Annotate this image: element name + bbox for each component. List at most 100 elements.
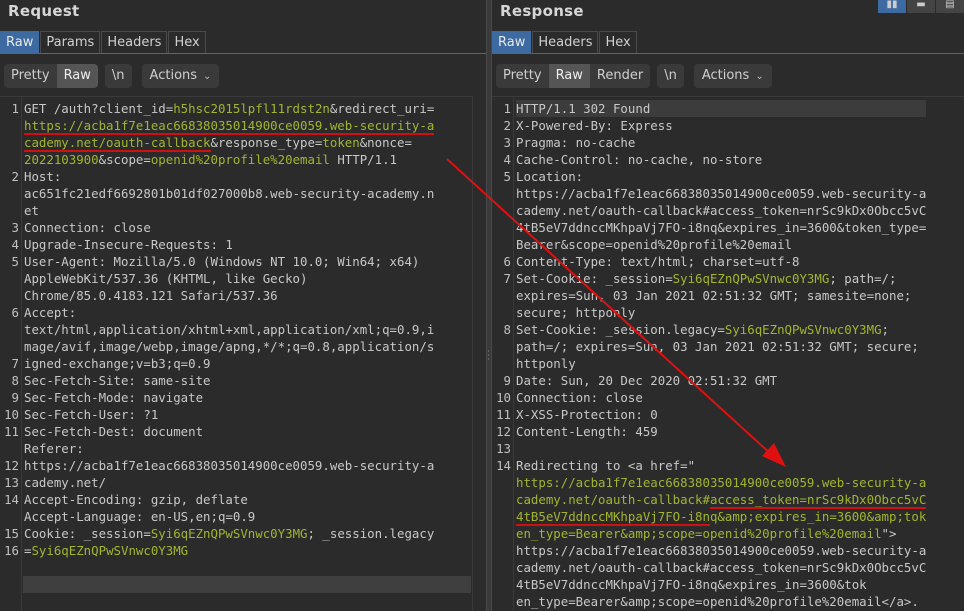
request-title: Request (8, 2, 80, 20)
line-number (4, 185, 19, 202)
code-line: mage/avif,image/webp,image/apng,*/*;q=0.… (24, 339, 435, 354)
line-number: 9 (11, 390, 19, 405)
code-line: Accept: (24, 305, 77, 320)
actions-dropdown[interactable]: Actions ⌄ (693, 63, 772, 88)
line-number (496, 304, 511, 321)
tab-params[interactable]: Params (40, 31, 101, 53)
tab-hex[interactable]: Hex (168, 31, 206, 53)
layout-split-icon[interactable]: ▮▮ (877, 0, 906, 13)
line-number (496, 508, 511, 525)
grip-dots-icon[interactable]: · · · (487, 348, 490, 365)
request-pane: Request Raw Params Headers Hex Pretty Ra… (0, 0, 486, 611)
code-line: Set-Cookie: _session=Syi6qEZnQPwSVnwc0Y3… (516, 271, 897, 286)
line-numbers: 1 2 3 4 5 6 7 8 9 10 11 12 13 14 (496, 100, 511, 576)
tab-headers[interactable]: Headers (101, 31, 168, 53)
line-gutter: 1 2 3 4 5 6 7 8 9 10 11 12 13 14 (492, 97, 514, 611)
tab-underline (492, 53, 964, 54)
actions-label: Actions (149, 67, 198, 83)
code-line: User-Agent: Mozilla/5.0 (Windows NT 10.0… (24, 254, 420, 269)
line-number: 13 (4, 475, 19, 490)
code-line: expires=Sun, 03 Jan 2021 02:51:32 GMT; s… (516, 288, 912, 303)
raw-button[interactable]: Raw (56, 63, 98, 88)
response-text: HTTP/1.1 302 Found X-Powered-By: Express… (516, 100, 927, 610)
line-number: 10 (4, 407, 19, 422)
response-editor[interactable]: 1 2 3 4 5 6 7 8 9 10 11 12 13 14 HTTP/1.1 302 Found X… (492, 96, 964, 611)
code-line: https://acba1f7e1eac66838035014900ce0059… (516, 186, 927, 201)
line-number (4, 134, 19, 151)
code-line: cademy.net/oauth-callback#access_token=n… (516, 560, 927, 575)
line-number (4, 321, 19, 338)
code-line: et (24, 203, 39, 218)
render-button[interactable]: Render (589, 63, 651, 88)
line-number (496, 525, 511, 542)
code-line: AppleWebKit/537.36 (KHTML, like Gecko) (24, 271, 308, 286)
line-number (496, 338, 511, 355)
code-line: Upgrade-Insecure-Requests: 1 (24, 237, 233, 252)
code-line: cademy.net/oauth-callback#access_token=n… (516, 203, 927, 218)
line-number: 3 (503, 135, 511, 150)
code-line: en_type=Bearer&amp;scope=openid%20profil… (516, 526, 897, 541)
line-number: 1 (503, 101, 511, 116)
line-number: 5 (11, 254, 19, 269)
code-line: https://acba1f7e1eac66838035014900ce0059… (24, 118, 435, 135)
layout-tabs-icon[interactable]: ▤ (935, 0, 964, 13)
line-number: 4 (503, 152, 511, 167)
code-line: 4tB5eV7ddnccMKhpaVj7FO-i8nq&expires_in=3… (516, 220, 927, 235)
code-line: cademy.net/oauth-callback#access_token=n… (516, 492, 927, 509)
tab-headers[interactable]: Headers (532, 31, 599, 53)
code-line: Accept-Encoding: gzip, deflate (24, 492, 248, 507)
response-pane: Response ▮▮ ▬ ▤ Raw Headers Hex Pretty R… (492, 0, 964, 611)
pretty-button[interactable]: Pretty (4, 63, 57, 88)
line-number: 9 (503, 373, 511, 388)
code-line: GET /auth?client_id=h5hsc2015lpfl11rdst2… (24, 101, 435, 116)
request-scrollbar[interactable] (472, 96, 486, 611)
code-line: HTTP/1.1 302 Found (516, 100, 927, 117)
code-line: Bearer&scope=openid%20profile%20email (516, 237, 793, 252)
layout-horizontal-icon[interactable]: ▬ (906, 0, 935, 13)
line-number: 2 (11, 169, 19, 184)
code-line: Pragma: no-cache (516, 135, 636, 150)
pretty-button[interactable]: Pretty (496, 63, 549, 88)
code-line: Connection: close (24, 220, 151, 235)
newline-toggle-button[interactable]: \n (657, 63, 684, 88)
tab-hex[interactable]: Hex (599, 31, 637, 53)
code-line: igned-exchange;v=b3;q=0.9 (24, 356, 211, 371)
code-line: X-XSS-Protection: 0 (516, 407, 658, 422)
request-toolbar: Pretty Raw \n Actions ⌄ (4, 63, 220, 88)
line-number: 10 (496, 390, 511, 405)
chevron-down-icon: ⌄ (755, 70, 764, 82)
actions-dropdown[interactable]: Actions ⌄ (141, 63, 220, 88)
request-tabs: Raw Params Headers Hex (0, 31, 207, 53)
code-line: https://acba1f7e1eac66838035014900ce0059… (516, 475, 927, 490)
line-number: 1 (11, 101, 19, 116)
tab-raw[interactable]: Raw (492, 31, 532, 53)
line-number: 14 (4, 492, 19, 507)
code-line: cademy.net/ (24, 475, 107, 490)
line-number: 11 (496, 407, 511, 422)
code-line: Set-Cookie: _session.legacy=Syi6qEZnQPwS… (516, 322, 889, 337)
code-line: en_type=Bearer&amp;scope=openid%20profil… (516, 594, 919, 609)
line-number: 5 (503, 169, 511, 184)
code-line: path=/; expires=Sun, 03 Jan 2021 02:51:3… (516, 339, 919, 354)
line-number (4, 440, 19, 457)
code-line: X-Powered-By: Express (516, 118, 673, 133)
code-line: ac651fc21edf6692801b01df027000b8.web-sec… (24, 186, 435, 201)
line-number (496, 219, 511, 236)
line-number (4, 287, 19, 304)
request-editor[interactable]: 1 2 3 4 5 6 7 8 9 10 11 12 13 14 15 16 GET /auth?client… (0, 96, 486, 611)
code-line: https://acba1f7e1eac66838035014900ce0059… (516, 543, 927, 558)
line-number (4, 270, 19, 287)
line-number: 7 (503, 271, 511, 286)
raw-button[interactable]: Raw (548, 63, 590, 88)
line-number (496, 559, 511, 576)
line-number: 16 (4, 543, 19, 558)
newline-toggle-button[interactable]: \n (104, 63, 132, 88)
line-number: 14 (496, 458, 511, 473)
code-line: httponly (516, 356, 576, 371)
code-line: 4tB5eV7ddnccMKhpaVj7FO-i8nq&expires_in=3… (516, 577, 867, 592)
layout-buttons: ▮▮ ▬ ▤ (877, 0, 964, 13)
line-number: 7 (11, 356, 19, 371)
line-number (496, 542, 511, 559)
tab-raw[interactable]: Raw (0, 31, 40, 53)
